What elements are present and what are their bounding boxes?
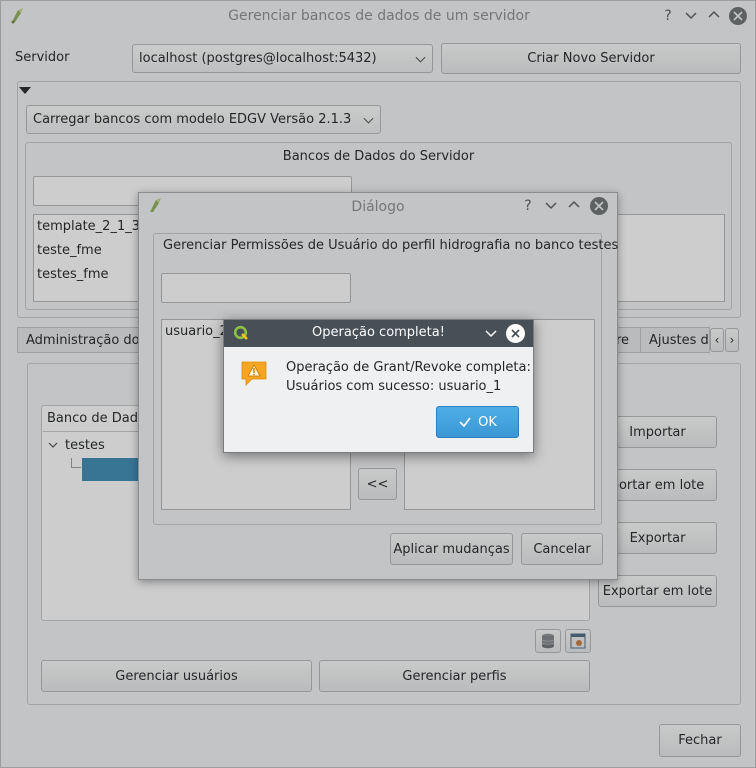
message-line-2: Usuários com sucesso: usuario_1 <box>286 379 502 394</box>
message-text: Operação de Grant/Revoke completa: Usuár… <box>286 358 531 396</box>
message-line-1: Operação de Grant/Revoke completa: <box>286 360 531 375</box>
message-titlebar: Operação completa! <box>224 320 533 347</box>
check-icon <box>459 417 471 428</box>
ok-button[interactable]: OK <box>436 406 519 438</box>
ok-button-label: OK <box>478 414 497 430</box>
message-box: Operação completa! Operação de Grant/Rev… <box>223 319 534 453</box>
warning-icon <box>240 359 268 391</box>
minimize-icon[interactable] <box>484 326 498 344</box>
close-icon[interactable] <box>506 324 525 343</box>
